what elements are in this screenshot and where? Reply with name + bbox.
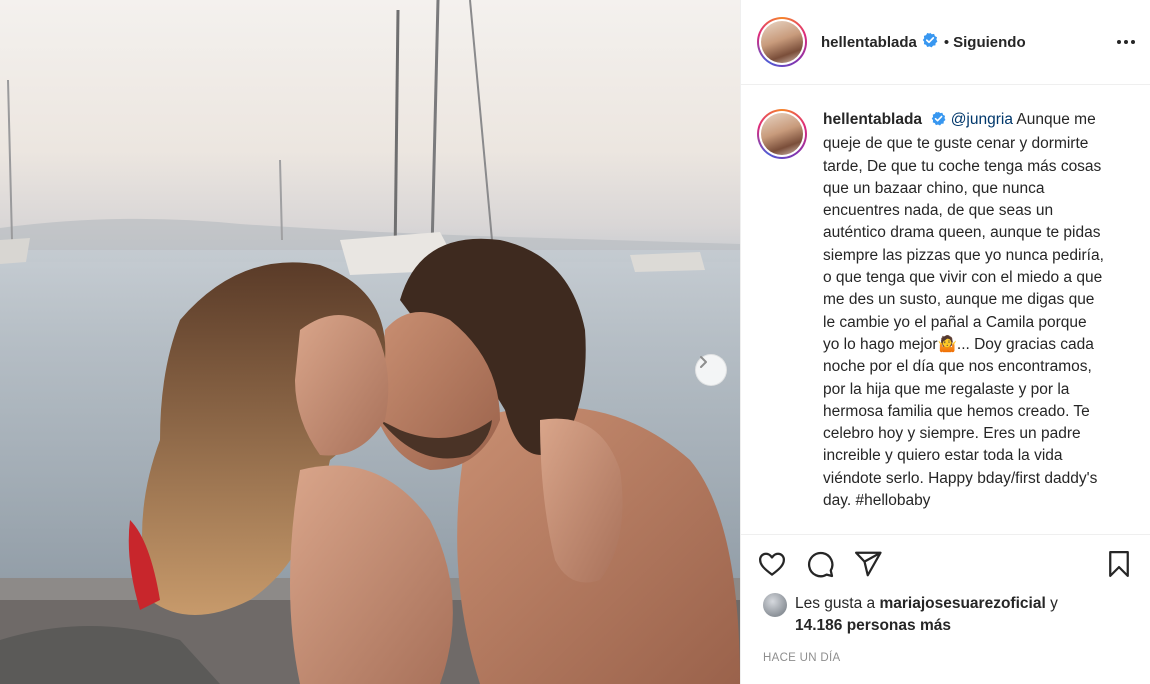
following-button[interactable]: Siguiendo	[953, 34, 1026, 51]
chevron-right-icon	[700, 356, 707, 368]
verified-badge-icon	[931, 111, 946, 133]
likes-summary: Les gusta a mariajosesuarezoficial y 14.…	[741, 593, 1150, 637]
likes-connector: y	[1050, 595, 1058, 612]
username-link[interactable]: hellentablada	[821, 34, 917, 51]
next-photo-button[interactable]	[695, 354, 727, 386]
post-timestamp[interactable]: HACE UN DÍA	[741, 652, 1150, 664]
photo-illustration	[0, 0, 740, 684]
caption-avatar[interactable]	[757, 109, 807, 159]
post-header: hellentablada • Siguiendo	[741, 0, 1150, 85]
post-photo[interactable]	[0, 0, 740, 684]
follow-separator: •	[943, 33, 950, 51]
heart-icon[interactable]	[757, 549, 787, 579]
bookmark-icon[interactable]	[1104, 549, 1134, 579]
mention-link[interactable]: @jungria	[951, 111, 1013, 128]
avatar[interactable]	[757, 17, 807, 67]
caption-body: Aunque me queje de que te guste cenar y …	[823, 111, 1104, 510]
liker-avatar[interactable]	[763, 593, 787, 617]
comment-icon[interactable]	[805, 549, 835, 579]
action-bar	[741, 535, 1150, 593]
verified-badge-icon	[922, 32, 938, 53]
post-sidebar: hellentablada • Siguiendo hellentablada …	[740, 0, 1150, 684]
liker-username[interactable]: mariajosesuarezoficial	[879, 595, 1045, 612]
comments-section: hellentablada @jungria Aunque me queje d…	[741, 85, 1150, 533]
caption-text: hellentablada @jungria Aunque me queje d…	[823, 109, 1105, 512]
likes-prefix: Les gusta a	[795, 595, 876, 612]
likes-count[interactable]: 14.186 personas más	[795, 617, 951, 634]
actions-area: Les gusta a mariajosesuarezoficial y 14.…	[741, 534, 1150, 664]
more-options-icon[interactable]	[1116, 39, 1136, 45]
caption-username[interactable]: hellentablada	[823, 111, 922, 128]
caption: hellentablada @jungria Aunque me queje d…	[757, 109, 1138, 512]
paper-plane-icon[interactable]	[853, 549, 883, 579]
instagram-post: hellentablada • Siguiendo hellentablada …	[0, 0, 1150, 684]
